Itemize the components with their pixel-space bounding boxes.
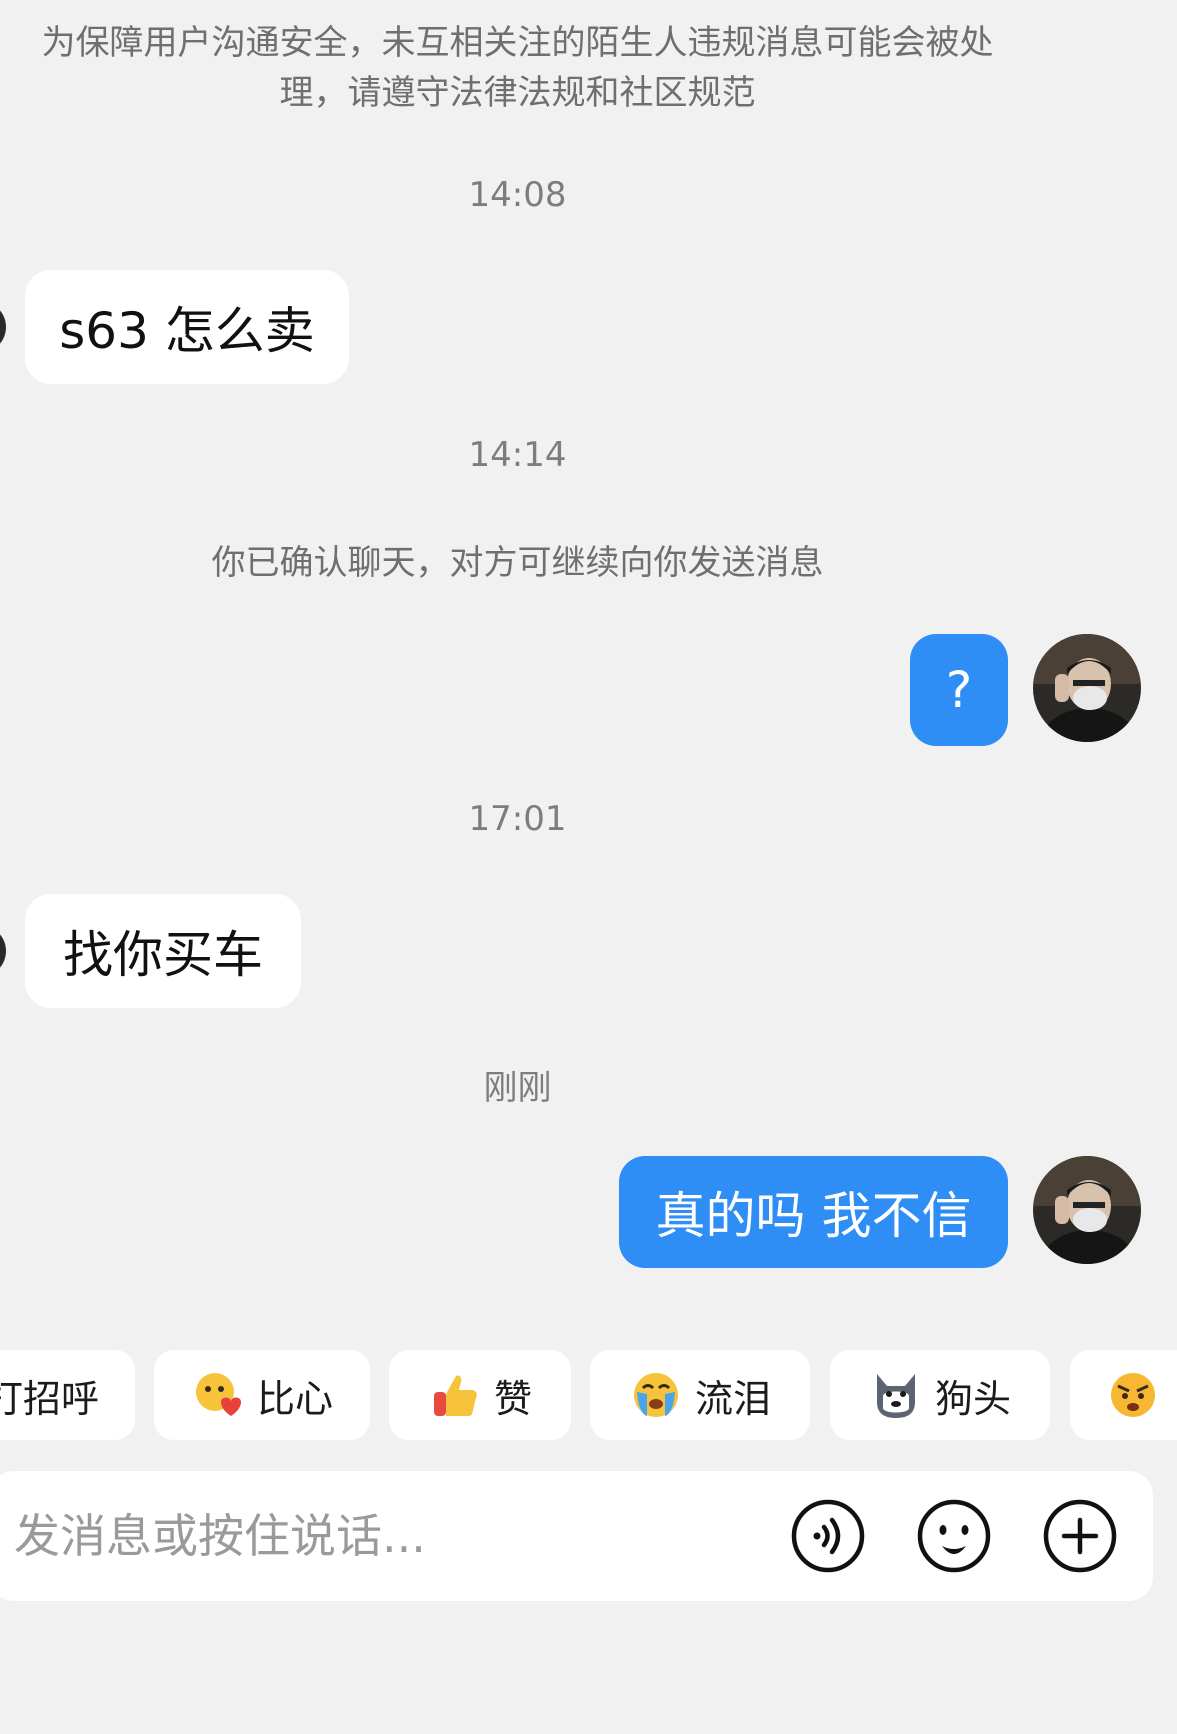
angry-emoji-icon	[1111, 1373, 1155, 1417]
timestamp: 14:08	[468, 175, 567, 215]
message-bubble-outgoing[interactable]: ?	[910, 634, 1008, 746]
quick-reply-label: 赞	[493, 1376, 532, 1421]
message-input-bar: 发消息或按住说话...	[0, 1471, 1153, 1601]
message-bubble-incoming[interactable]: 找你买车	[25, 894, 301, 1008]
safety-notice: 为保障用户沟通安全，未互相关注的陌生人违规消息可能会被处 理，请遵守法律法规和社…	[0, 18, 1035, 118]
user-avatar-photo-icon	[1033, 634, 1141, 742]
heart-hands-emoji-icon	[195, 1373, 241, 1416]
quick-reply-chip[interactable]: 打招呼	[0, 1350, 135, 1440]
timestamp: 14:14	[468, 435, 567, 475]
quick-reply-label: 狗头	[934, 1376, 1011, 1421]
user-avatar[interactable]	[1033, 634, 1141, 742]
thumbs-up-emoji-icon	[433, 1375, 477, 1416]
quick-reply-label: 比心	[256, 1376, 333, 1421]
safety-notice-line2: 理，请遵守法律法规和社区规范	[279, 73, 756, 113]
quick-reply-chip[interactable]: 赞	[389, 1350, 571, 1440]
quick-reply-bar: 打招呼 比心 赞 流泪 狗头	[0, 1350, 1177, 1440]
quick-reply-label: 打招呼	[0, 1376, 99, 1421]
quick-reply-chip[interactable]: 狗头	[830, 1350, 1050, 1440]
message-bubble-incoming[interactable]: s63 怎么卖	[25, 270, 349, 384]
message-input[interactable]: 发消息或按住说话...	[14, 1471, 426, 1601]
contact-avatar[interactable]	[0, 301, 6, 353]
safety-notice-line1: 为保障用户沟通安全，未互相关注的陌生人违规消息可能会被处	[41, 23, 994, 63]
timestamp: 17:01	[468, 799, 567, 839]
timestamp: 刚刚	[483, 1068, 552, 1108]
system-message: 你已确认聊天，对方可继续向你发送消息	[211, 543, 824, 583]
add-attachment-icon[interactable]	[1042, 1498, 1118, 1574]
user-avatar[interactable]	[1033, 1156, 1141, 1264]
voice-input-icon[interactable]	[790, 1498, 866, 1574]
quick-reply-chip[interactable]	[1070, 1350, 1177, 1440]
crying-emoji-icon	[633, 1373, 678, 1417]
message-bubble-outgoing[interactable]: 真的吗 我不信	[619, 1156, 1008, 1268]
quick-reply-chip[interactable]: 比心	[154, 1350, 370, 1440]
quick-reply-label: 流泪	[694, 1376, 771, 1421]
quick-reply-chip[interactable]: 流泪	[590, 1350, 810, 1440]
emoji-picker-icon[interactable]	[916, 1498, 992, 1574]
user-avatar-photo-icon	[1033, 1156, 1141, 1264]
dog-head-emoji-icon	[876, 1374, 915, 1418]
contact-avatar[interactable]	[0, 925, 6, 977]
